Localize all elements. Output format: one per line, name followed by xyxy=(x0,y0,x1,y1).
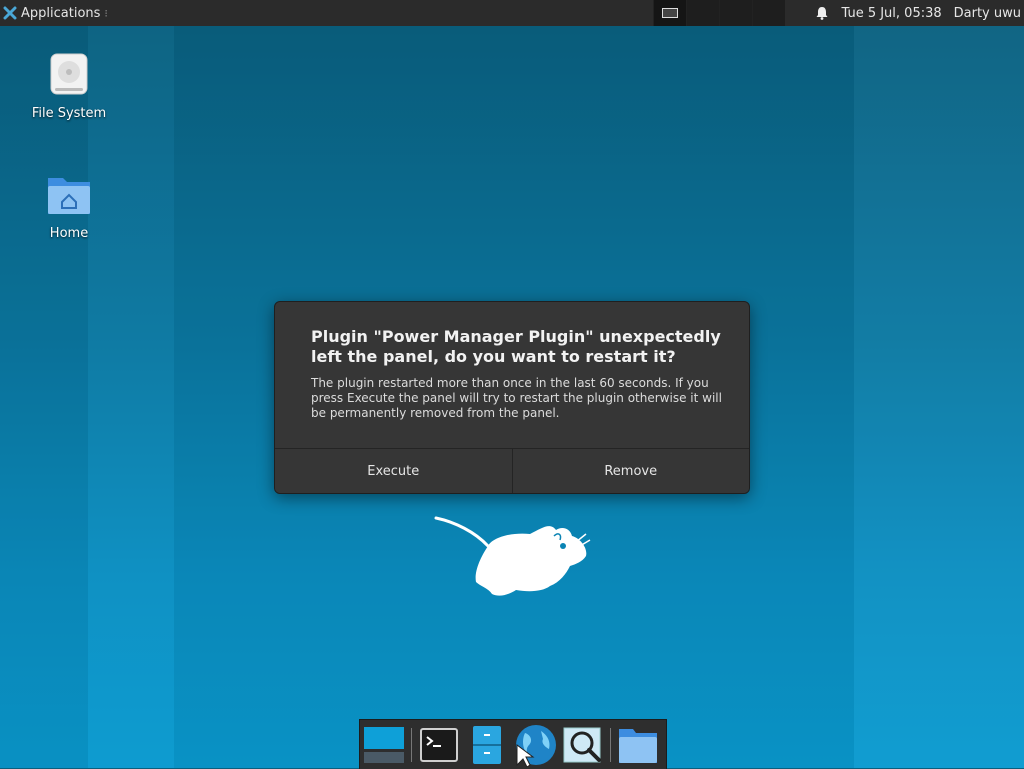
wallpaper-stripe xyxy=(854,26,1024,768)
dialog-title: Plugin "Power Manager Plugin" unexpected… xyxy=(311,327,721,366)
workspace-1[interactable] xyxy=(653,0,687,26)
home-folder-icon xyxy=(48,178,90,214)
plugin-restart-dialog: Plugin "Power Manager Plugin" unexpected… xyxy=(274,301,750,494)
top-panel: Applications ⁝ Tue 5 Jul, 05:38 Darty uw… xyxy=(0,0,1024,26)
drive-icon xyxy=(50,53,88,95)
dock-app-finder[interactable] xyxy=(561,723,605,767)
dock-folder[interactable] xyxy=(616,723,660,767)
window-preview-icon xyxy=(662,8,679,18)
xfce-logo-icon xyxy=(3,6,17,20)
workspace-3[interactable] xyxy=(719,0,753,26)
desktop-icon-label: File System xyxy=(31,106,107,121)
workspace-2[interactable] xyxy=(686,0,720,26)
folder-icon xyxy=(619,728,657,763)
user-menu[interactable]: Darty uwu xyxy=(950,6,1024,21)
workspace-switcher[interactable] xyxy=(653,0,786,26)
bell-icon xyxy=(816,7,828,20)
remove-button[interactable]: Remove xyxy=(511,449,749,493)
dock-file-manager[interactable] xyxy=(465,723,509,767)
desktop-icon xyxy=(364,726,404,763)
app-finder-icon xyxy=(563,727,601,762)
dock-show-desktop[interactable] xyxy=(362,723,406,767)
applications-menu-button[interactable]: Applications ⁝ xyxy=(0,0,114,26)
terminal-icon xyxy=(420,727,458,762)
wallpaper-stripe xyxy=(0,26,88,768)
handle-icon: ⁝ xyxy=(104,6,108,20)
web-browser-icon xyxy=(516,724,556,767)
dock-panel xyxy=(359,719,667,769)
dock-terminal[interactable] xyxy=(417,723,461,767)
execute-button[interactable]: Execute xyxy=(275,449,512,493)
desktop-icon-file-system[interactable]: File System xyxy=(24,50,114,121)
xfce-mouse-logo xyxy=(434,516,591,596)
applications-label: Applications xyxy=(21,5,101,21)
clock[interactable]: Tue 5 Jul, 05:38 xyxy=(839,6,949,21)
workspace-4[interactable] xyxy=(752,0,786,26)
notification-button[interactable] xyxy=(805,6,839,20)
dock-web-browser[interactable] xyxy=(513,723,557,767)
wallpaper-stripe xyxy=(88,26,174,768)
dock-separator xyxy=(610,727,611,762)
file-cabinet-icon xyxy=(473,725,501,764)
dialog-button-row: Execute Remove xyxy=(275,448,749,493)
desktop-icon-label: Home xyxy=(49,226,89,241)
desktop-icon-home[interactable]: Home xyxy=(24,170,114,241)
dialog-message: The plugin restarted more than once in t… xyxy=(311,376,722,420)
dock-separator xyxy=(411,727,412,762)
